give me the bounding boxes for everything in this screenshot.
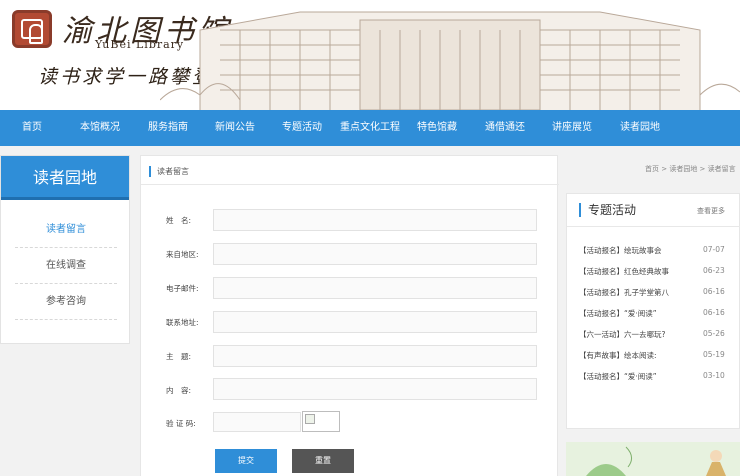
nav-item-borrow-return[interactable]: 通借通还 (485, 110, 525, 146)
region-input[interactable] (213, 243, 537, 265)
list-item[interactable]: 【六一活动】六一去哪玩? 05-26 (579, 329, 739, 341)
news-title[interactable]: 【活动报名】红色经典故事 (579, 266, 697, 277)
news-date: 06-16 (703, 308, 725, 317)
nav-item-reader-garden[interactable]: 读者园地 (620, 110, 660, 146)
news-title[interactable]: 【活动报名】“爱·阅读” (579, 371, 697, 382)
message-form-panel: 读者留言 姓 名: 来自地区: 电子邮件: 联系地址: 主 题: 内 容: 验 … (140, 155, 559, 476)
main-nav: 首页 本馆概况 服务指南 新闻公告 专题活动 重点文化工程 特色馆藏 通借通还 … (0, 110, 740, 146)
nav-item-lectures[interactable]: 讲座展览 (552, 110, 592, 146)
content-textarea[interactable] (213, 378, 537, 400)
sidebar-item-reference[interactable]: 参考咨询 (15, 284, 117, 320)
promo-banner-image[interactable] (566, 442, 740, 476)
news-title[interactable]: 【活动报名】绘玩故事会 (579, 245, 697, 256)
news-title[interactable]: 【活动报名】孔子学堂第八 (579, 287, 697, 298)
news-date: 07-07 (703, 245, 725, 254)
news-title[interactable]: 【六一活动】六一去哪玩? (579, 329, 697, 340)
sidebar-item-message[interactable]: 读者留言 (15, 212, 117, 248)
news-date: 06-16 (703, 287, 725, 296)
captcha-input[interactable] (213, 412, 301, 432)
special-events-title: 专题活动 (579, 203, 636, 217)
special-events-panel: 专题活动 查看更多 【活动报名】绘玩故事会 07-07 【活动报名】红色经典故事… (566, 193, 740, 429)
news-date: 05-19 (703, 350, 725, 359)
name-input[interactable] (213, 209, 537, 231)
nav-item-culture-projects[interactable]: 重点文化工程 (340, 110, 400, 146)
left-sidebar: 读者园地 读者留言 在线调查 参考咨询 (0, 155, 130, 344)
news-title[interactable]: 【活动报名】“爱·阅读” (579, 308, 697, 319)
email-input[interactable] (213, 277, 537, 299)
list-item[interactable]: 【活动报名】红色经典故事 06-23 (579, 266, 739, 278)
site-header: 渝北图书馆 YuBei Library 读书求学一路攀登向上 (0, 0, 740, 110)
subject-input[interactable] (213, 345, 537, 367)
sidebar-title: 读者园地 (1, 156, 129, 200)
address-input[interactable] (213, 311, 537, 333)
nav-item-service-guide[interactable]: 服务指南 (148, 110, 188, 146)
content-label: 内 容: (166, 386, 192, 395)
nav-item-about[interactable]: 本馆概况 (80, 110, 120, 146)
captcha-image-icon[interactable] (302, 411, 340, 432)
subject-label: 主 题: (166, 352, 192, 361)
email-label: 电子邮件: (166, 284, 199, 293)
nav-item-news[interactable]: 新闻公告 (215, 110, 255, 146)
list-item[interactable]: 【活动报名】“爱·阅读” 06-16 (579, 308, 739, 320)
panel-title: 读者留言 (149, 166, 189, 177)
list-item[interactable]: 【活动报名】孔子学堂第八 06-16 (579, 287, 739, 299)
view-more-link[interactable]: 查看更多 (697, 206, 725, 216)
news-date: 06-23 (703, 266, 725, 275)
list-item[interactable]: 【有声故事】绘本阅读: 05-19 (579, 350, 739, 362)
sidebar-item-survey[interactable]: 在线调查 (15, 248, 117, 284)
nav-item-collections[interactable]: 特色馆藏 (417, 110, 457, 146)
reset-button[interactable]: 重置 (292, 449, 354, 473)
list-item[interactable]: 【活动报名】绘玩故事会 07-07 (579, 245, 739, 257)
news-date: 03-10 (703, 371, 725, 380)
captcha-label: 验 证 码: (166, 419, 196, 428)
news-title[interactable]: 【有声故事】绘本阅读: (579, 350, 697, 361)
library-seal-icon[interactable] (12, 10, 52, 48)
list-item[interactable]: 【活动报名】“爱·阅读” 03-10 (579, 371, 739, 383)
news-date: 05-26 (703, 329, 725, 338)
right-divider (567, 226, 740, 227)
title-divider (141, 184, 559, 185)
name-label: 姓 名: (166, 216, 192, 225)
library-building-illustration (160, 11, 740, 110)
breadcrumb[interactable]: 首页 > 读者园地 > 读者留言 (645, 164, 736, 174)
submit-button[interactable]: 提交 (215, 449, 277, 473)
address-label: 联系地址: (166, 318, 199, 327)
region-label: 来自地区: (166, 250, 199, 259)
nav-item-home[interactable]: 首页 (22, 110, 42, 146)
nav-item-special-events[interactable]: 专题活动 (282, 110, 322, 146)
